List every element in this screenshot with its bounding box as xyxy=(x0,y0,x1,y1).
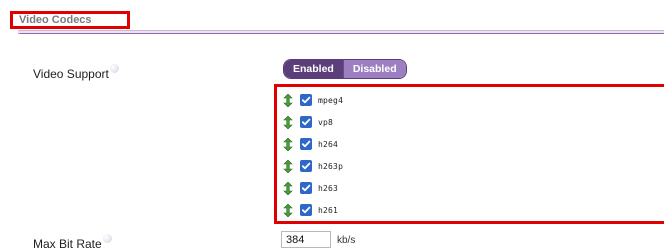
codec-name: h264 xyxy=(318,139,339,149)
help-icon[interactable] xyxy=(102,234,112,243)
bit-rate-unit: kb/s xyxy=(337,235,356,246)
codec-checkbox[interactable] xyxy=(300,116,312,128)
codec-name: vp8 xyxy=(318,117,334,127)
codec-checkbox[interactable] xyxy=(300,182,312,194)
help-icon[interactable] xyxy=(109,64,119,73)
video-support-label: Video Support xyxy=(33,67,109,81)
codec-name: h263 xyxy=(318,183,339,193)
section-divider-line xyxy=(20,33,664,34)
codec-list-highlight: mpeg4 vp8 h264 h263p h263 h261 xyxy=(274,84,664,224)
codec-name: mpeg4 xyxy=(318,95,344,105)
move-arrows-icon[interactable] xyxy=(283,159,293,173)
section-title: Video Codecs xyxy=(19,14,92,26)
max-bit-rate-row: Max Bit Rate xyxy=(33,234,112,249)
enabled-toggle-button[interactable]: Enabled xyxy=(284,60,343,78)
section-header-highlight: Video Codecs xyxy=(10,11,130,29)
codec-checkbox[interactable] xyxy=(300,204,312,216)
codec-list-item: h264 xyxy=(283,137,338,151)
move-arrows-icon[interactable] xyxy=(283,115,293,129)
max-bit-rate-input[interactable] xyxy=(281,231,331,248)
disabled-toggle-button[interactable]: Disabled xyxy=(342,60,406,78)
codec-checkbox[interactable] xyxy=(300,138,312,150)
codec-checkbox[interactable] xyxy=(300,160,312,172)
max-bit-rate-label: Max Bit Rate xyxy=(33,237,102,249)
codec-list-item: mpeg4 xyxy=(283,93,343,107)
codec-list-item: h263p xyxy=(283,159,343,173)
video-support-row: Video Support xyxy=(33,64,119,81)
move-arrows-icon[interactable] xyxy=(283,181,293,195)
codec-list-item: vp8 xyxy=(283,115,333,129)
move-arrows-icon[interactable] xyxy=(283,203,293,217)
video-support-toggle[interactable]: Enabled Disabled xyxy=(283,59,407,79)
codec-name: h263p xyxy=(318,161,344,171)
codec-name: h261 xyxy=(318,205,339,215)
codec-list-item: h261 xyxy=(283,203,338,217)
codec-checkbox[interactable] xyxy=(300,94,312,106)
move-arrows-icon[interactable] xyxy=(283,93,293,107)
codec-list-item: h263 xyxy=(283,181,338,195)
move-arrows-icon[interactable] xyxy=(283,137,293,151)
